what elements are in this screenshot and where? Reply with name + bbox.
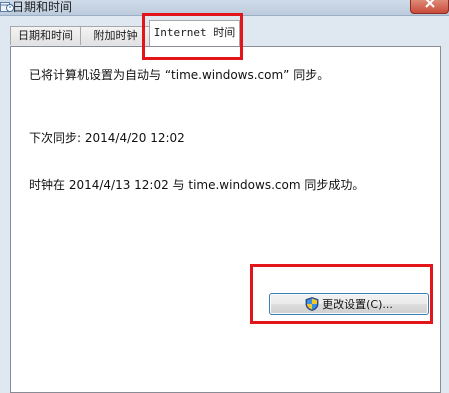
change-settings-label: 更改设置(C)... — [322, 298, 393, 311]
close-button[interactable] — [410, 0, 449, 14]
sync-info-text: 已将计算机设置为自动与 “time.windows.com” 同步。 — [29, 68, 330, 82]
change-settings-button[interactable]: 更改设置(C)... — [269, 293, 429, 315]
title-bar[interactable]: 日期和时间 — [0, 0, 449, 16]
tab-internet-time[interactable]: Internet 时间 — [149, 20, 240, 46]
internet-time-panel: 已将计算机设置为自动与 “time.windows.com” 同步。 下次同步:… — [10, 46, 441, 393]
tab-date-time[interactable]: 日期和时间 — [10, 26, 81, 45]
window-title: 日期和时间 — [12, 0, 73, 14]
date-time-dialog: 日期和时间 日期和时间 附加时钟 Internet 时间 已将计算机设置为自动与… — [0, 0, 449, 393]
close-icon — [425, 0, 435, 8]
next-sync-text: 下次同步: 2014/4/20 12:02 — [29, 131, 185, 145]
last-sync-text: 时钟在 2014/4/13 12:02 与 time.windows.com 同… — [29, 178, 365, 192]
tab-strip: 日期和时间 附加时钟 Internet 时间 — [10, 16, 447, 47]
uac-shield-icon — [305, 297, 319, 311]
tab-additional-clocks[interactable]: 附加时钟 — [80, 26, 151, 45]
